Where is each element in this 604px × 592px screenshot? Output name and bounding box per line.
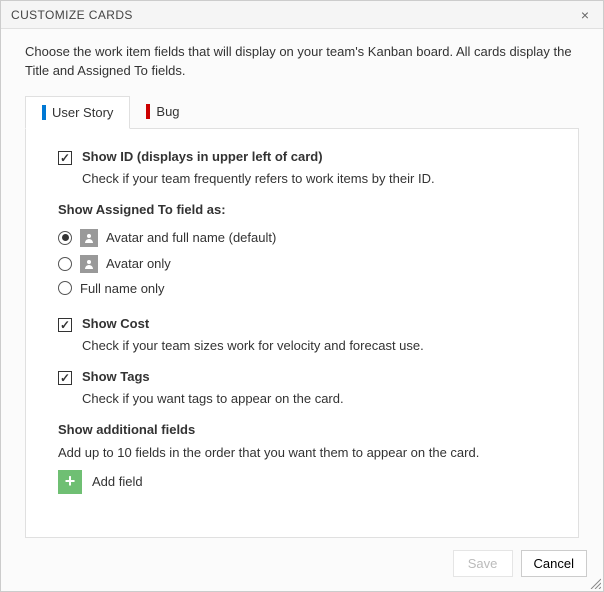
show-cost-help: Check if your team sizes work for veloci… (82, 338, 554, 353)
tab-label: Bug (156, 104, 179, 119)
additional-fields-title: Show additional fields (58, 422, 554, 437)
show-id-help: Check if your team frequently refers to … (82, 171, 554, 186)
assigned-to-title: Show Assigned To field as: (58, 202, 554, 217)
close-icon[interactable]: × (577, 5, 593, 25)
show-cost-checkbox[interactable] (58, 318, 72, 332)
radio-label: Avatar only (106, 256, 171, 271)
plus-icon: + (65, 471, 76, 492)
show-tags-help: Check if you want tags to appear on the … (82, 391, 554, 406)
radio-avatar-and-name[interactable]: Avatar and full name (default) (58, 225, 554, 251)
add-field-label: Add field (92, 474, 143, 489)
show-tags-checkbox[interactable] (58, 371, 72, 385)
show-tags-label: Show Tags (82, 369, 150, 384)
radio-full-name-only[interactable]: Full name only (58, 277, 554, 300)
radio-icon (58, 231, 72, 245)
dialog-title: CUSTOMIZE CARDS (11, 8, 133, 22)
show-id-row: Show ID (displays in upper left of card) (58, 149, 554, 165)
add-field-button[interactable]: + (58, 470, 82, 494)
tab-user-story[interactable]: User Story (25, 96, 130, 129)
radio-icon (58, 281, 72, 295)
show-id-label: Show ID (displays in upper left of card) (82, 149, 323, 164)
additional-fields-help: Add up to 10 fields in the order that yo… (58, 445, 554, 460)
avatar-icon (80, 229, 98, 247)
show-cost-label: Show Cost (82, 316, 149, 331)
avatar-icon (80, 255, 98, 273)
radio-label: Full name only (80, 281, 165, 296)
tab-label: User Story (52, 105, 113, 120)
tab-bug[interactable]: Bug (130, 95, 195, 128)
tab-list: User Story Bug (25, 95, 579, 128)
cancel-button[interactable]: Cancel (521, 550, 587, 577)
user-story-color-bar (42, 105, 46, 120)
assigned-to-radio-group: Avatar and full name (default) Avatar on… (58, 225, 554, 300)
save-button[interactable]: Save (453, 550, 513, 577)
dialog-description: Choose the work item fields that will di… (25, 43, 579, 81)
dialog-content: Choose the work item fields that will di… (1, 29, 603, 538)
dialog-footer: Save Cancel (1, 538, 603, 591)
show-cost-row: Show Cost (58, 316, 554, 332)
titlebar: CUSTOMIZE CARDS × (1, 1, 603, 29)
radio-label: Avatar and full name (default) (106, 230, 276, 245)
bug-color-bar (146, 104, 150, 119)
add-field-row: + Add field (58, 470, 554, 494)
show-id-checkbox[interactable] (58, 151, 72, 165)
radio-avatar-only[interactable]: Avatar only (58, 251, 554, 277)
show-tags-row: Show Tags (58, 369, 554, 385)
customize-cards-dialog: CUSTOMIZE CARDS × Choose the work item f… (0, 0, 604, 592)
radio-icon (58, 257, 72, 271)
tab-panel: Show ID (displays in upper left of card)… (25, 128, 579, 538)
